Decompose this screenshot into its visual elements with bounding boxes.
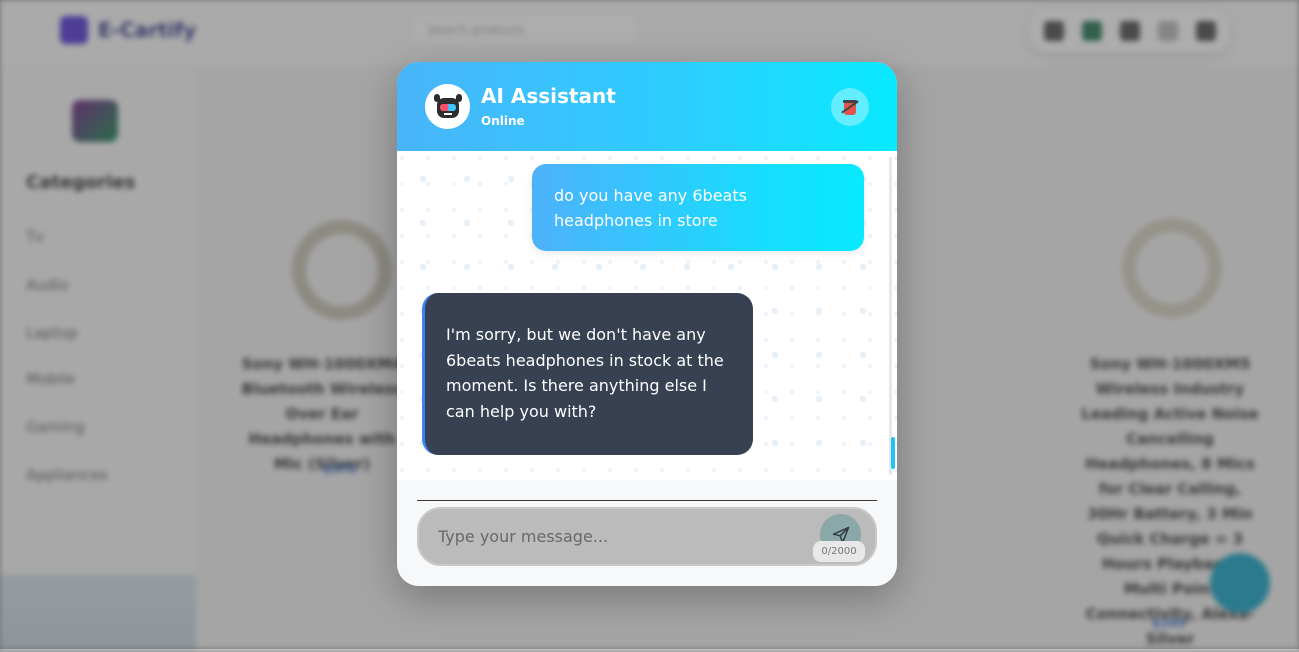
scrollbar-track[interactable]: [889, 157, 892, 475]
user-message: do you have any 6beats headphones in sto…: [532, 164, 864, 251]
chat-title: AI Assistant: [481, 84, 616, 108]
message-input[interactable]: [417, 507, 877, 566]
assistant-avatar: [425, 84, 470, 129]
online-status: Online: [481, 114, 525, 128]
robot-icon: [433, 93, 462, 120]
assistant-message: I'm sorry, but we don't have any 6beats …: [422, 293, 753, 455]
character-counter: 0/2000: [813, 541, 865, 562]
message-list[interactable]: do you have any 6beats headphones in sto…: [397, 151, 897, 480]
chat-input-area: 0/2000: [397, 480, 897, 586]
divider: [417, 500, 877, 501]
scrollbar-thumb[interactable]: [891, 437, 895, 469]
clear-chat-button[interactable]: [831, 88, 869, 126]
chat-modal: AI Assistant Online do you have any 6bea…: [397, 62, 897, 586]
trash-icon: [841, 98, 859, 116]
chat-header: AI Assistant Online: [397, 62, 897, 151]
